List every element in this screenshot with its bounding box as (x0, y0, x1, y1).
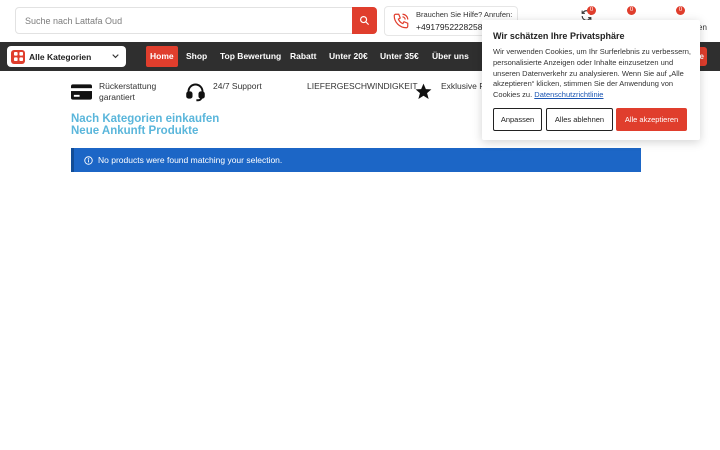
chevron-down-icon (112, 54, 119, 59)
search-icon (360, 16, 370, 26)
heading-shop-by-category: Nach Kategorien einkaufen (71, 113, 220, 125)
cookie-customize-button[interactable]: Anpassen (493, 108, 542, 131)
heading-new-arrivals: Neue Ankunft Produkte (71, 125, 199, 137)
category-dropdown[interactable]: Alle Kategorien (7, 46, 126, 67)
nav-item-shop[interactable]: Shop (186, 46, 207, 67)
feature-refund: Rückerstattung garantiert (99, 81, 156, 103)
feature-speed: LIEFERGESCHWINDIGKEIT (307, 81, 418, 91)
help-label: Brauchen Sie Hilfe? Anrufen: (416, 10, 513, 19)
cookie-consent-banner: Wir schätzen Ihre Privatsphäre Wir verwe… (482, 20, 700, 140)
search-box (15, 7, 377, 34)
search-button[interactable] (352, 7, 377, 34)
privacy-policy-link[interactable]: Datenschutzrichtlinie (534, 90, 603, 99)
compare-count-badge: 0 (587, 6, 596, 15)
star-icon (415, 83, 432, 100)
cart-count-badge[interactable]: 0 (676, 6, 685, 15)
nav-item-discount[interactable]: Rabatt (290, 46, 316, 67)
info-icon (84, 155, 93, 165)
wishlist-count-badge[interactable]: 0 (627, 6, 636, 15)
nav-item-home[interactable]: Home (146, 46, 178, 67)
feature-refund-line1: Rückerstattung (99, 81, 157, 91)
feature-exclusive: Exklusive P (441, 81, 485, 91)
notice-text: No products were found matching your sel… (98, 155, 283, 165)
nav-item-about[interactable]: Über uns (432, 46, 469, 67)
nav-item-under-20[interactable]: Unter 20€ (329, 46, 368, 67)
search-input[interactable] (16, 8, 352, 33)
grid-icon (11, 49, 25, 64)
cookie-body: Wir verwenden Cookies, um Ihr Surferlebn… (493, 47, 693, 101)
no-products-notice: No products were found matching your sel… (71, 148, 641, 172)
nav-item-top-rated[interactable]: Top Bewertung (220, 46, 281, 67)
cookie-reject-button[interactable]: Alles ablehnen (546, 108, 613, 131)
category-dropdown-label: Alle Kategorien (29, 51, 92, 62)
help-phone[interactable]: +4917952228258 (416, 22, 482, 32)
phone-icon (393, 13, 409, 29)
cookie-title: Wir schätzen Ihre Privatsphäre (493, 31, 625, 41)
cookie-accept-button[interactable]: Alle akzeptieren (616, 108, 687, 131)
feature-support: 24/7 Support (213, 81, 262, 91)
headset-icon (186, 83, 205, 102)
feature-refund-line2: garantiert (99, 92, 135, 102)
nav-item-under-35[interactable]: Unter 35€ (380, 46, 419, 67)
credit-card-icon (71, 84, 92, 100)
